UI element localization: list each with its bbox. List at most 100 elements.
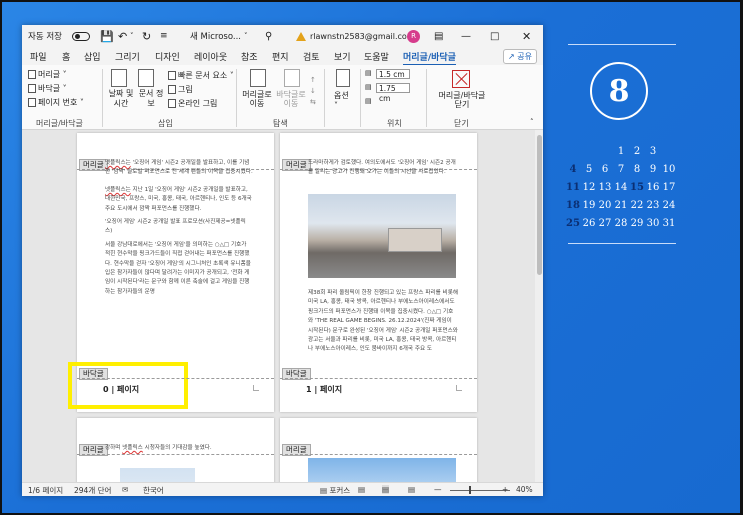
page-2[interactable]: 머리글 드라마하게가 검토했다. 여의도에서도 '오징어 게임' 시즌2 공개를… [280,133,477,412]
picture-icon [168,85,176,94]
zoom-out-icon[interactable]: — [434,485,442,494]
page-4-photo[interactable] [308,458,456,482]
zoom-slider-handle[interactable] [469,486,471,494]
calendar-day: 10 [662,164,676,175]
redo-icon[interactable]: ↻ [142,25,151,47]
picture-button[interactable]: 그림 [168,84,193,95]
calendar-day: 24 [662,200,676,211]
group-label-header-footer: 머리글/바닥글 [36,119,83,128]
goto-footer-button[interactable]: 바닥글로 이동 [274,90,308,108]
tab-references[interactable]: 참조 [241,50,258,63]
undo-dropdown-icon[interactable]: ˅ [130,25,134,47]
read-mode-icon[interactable]: ▤ [358,485,365,494]
focus-icon: ▤ [320,486,328,495]
zoom-slider[interactable] [450,490,510,491]
footer-button[interactable]: 바닥글 ˅ [28,83,67,94]
calendar-day: 17 [662,182,676,193]
minimize-icon[interactable]: — [461,25,471,47]
page-2-body[interactable]: 제38회 파리 올림픽이 한창 진행되고 있는 프랑스 파리를 비롯해 미국 L… [308,289,458,355]
autosave-label: 자동 저장 [28,32,62,42]
page-4[interactable]: 머리글 [280,418,477,482]
tab-header-footer[interactable]: 머리글/바닥글 [403,50,456,66]
quick-parts-button[interactable]: 빠른 문서 요소 ˅ [168,70,234,81]
ribbon-collapse-icon[interactable]: ˄ [530,118,534,126]
calendar-day: 5 [585,164,593,175]
page-2-body-top[interactable]: 드라마하게가 검토했다. 여의도에서도 '오징어 게임' 시즌2 공개를 알리는… [308,159,458,178]
calendar-day [581,145,597,159]
tab-file[interactable]: 파일 [30,50,47,63]
tab-view[interactable]: 보기 [334,50,351,63]
language[interactable]: 한국어 [143,485,164,496]
tab-review[interactable]: 검토 [303,50,320,63]
options-button[interactable]: 옵션 ˅ [334,90,349,110]
page-3-photo[interactable] [120,468,195,482]
page-number-icon [28,98,36,107]
doc-name-dropdown-icon[interactable]: ˅ [244,25,248,47]
tab-help[interactable]: 도움말 [364,50,389,63]
autosave-toggle[interactable] [72,25,90,47]
tab-design[interactable]: 디자인 [155,50,180,63]
maximize-icon[interactable]: □ [490,25,499,47]
close-header-footer-button[interactable]: 머리글/바닥글 닫기 [434,91,490,109]
customize-quick-access-icon[interactable]: ≡ [160,25,168,47]
save-icon[interactable]: 💾 [100,25,114,47]
print-layout-icon[interactable]: ▤ [382,485,390,494]
header-position-input[interactable]: 1.5 cm [376,69,410,79]
web-layout-icon[interactable]: ▤ [408,485,415,494]
footer-position-input[interactable]: 1.75 cm [376,83,410,103]
account-email[interactable]: rlawnstn2583@gmail.com [310,25,415,47]
calendar-day: 27 [598,218,612,229]
header-button[interactable]: 머리글 ˅ [28,69,67,80]
share-icon: ↗ [508,52,518,61]
calendar-day: 29 [630,218,644,229]
calendar-day: 30 [646,218,660,229]
word-count[interactable]: 294개 단어 [74,485,111,496]
goto-header-icon [250,69,266,87]
scrollbar-thumb[interactable] [537,135,542,275]
calendar-day: 1 [617,146,625,157]
date-time-button[interactable]: 날짜 및 시간 [104,89,138,109]
search-icon[interactable]: ⚲ [265,25,272,47]
close-header-footer-icon [452,70,470,88]
focus-button[interactable]: ▤ 포커스 [320,485,350,496]
share-button[interactable]: ↗ 공유 [503,49,537,64]
calendar-day: 2 [633,146,641,157]
zoom-in-icon[interactable]: + [502,485,508,494]
paris-street-photo[interactable] [308,194,456,278]
calendar-day [597,145,613,159]
ribbon-display-icon[interactable]: ▤ [434,25,443,47]
calendar-day: 23 [646,200,660,211]
goto-header-button[interactable]: 머리글로 이동 [242,90,272,108]
close-icon[interactable]: ✕ [522,25,531,47]
doc-info-button[interactable]: 문서 정보 [136,89,166,109]
tab-mailings[interactable]: 편지 [272,50,289,63]
online-picture-button[interactable]: 온라인 그림 [168,98,217,109]
page-1-body[interactable]: 넷플릭스는 '오징어 게임' 시즌2 공개일을 발표하고, 이를 기념한 '깜짝… [105,159,253,301]
undo-icon[interactable]: ↶ [118,25,127,47]
tab-layout[interactable]: 레이아웃 [194,50,227,63]
tab-draw[interactable]: 그리기 [115,50,140,63]
tab-home[interactable]: 홈 [62,50,70,63]
document-name[interactable]: 새 Microso... [190,25,241,47]
ribbon-tabs: 파일 홈 삽입 그리기 디자인 레이아웃 참조 편지 검토 보기 도움말 머리글… [22,47,543,66]
page-3-body[interactable]: 강하며 넷플릭스 시청자들의 기대감을 높였다. [105,444,265,453]
document-area[interactable]: 머리글 넷플릭스는 '오징어 게임' 시즌2 공개일을 발표하고, 이를 기념한… [22,130,543,482]
calendar-day: 7 [617,164,625,175]
proofing-icon[interactable]: ✉ [122,485,128,494]
nav-arrows[interactable]: ↑ ↓ ⇆ [310,75,316,108]
alignment-tab-icon[interactable]: ▤ [365,97,372,105]
avatar[interactable]: R [407,25,420,47]
word-window: 자동 저장 💾 ↶ ˅ ↻ ≡ 새 Microso... ˅ ⚲ rlawnst… [22,25,543,496]
calendar-day: 21 [614,200,628,211]
calendar-day: 16 [646,182,660,193]
page-number-button[interactable]: 페이지 번호 ˅ [28,97,84,108]
calendar-bottom-line [568,243,676,244]
zoom-level[interactable]: 40% [516,485,533,494]
calendar-day: 15 [630,182,644,193]
page-3[interactable]: 머리글 강하며 넷플릭스 시청자들의 기대감을 높였다. [77,418,274,482]
calendar-day: 31 [662,218,676,229]
page-count[interactable]: 1/6 페이지 [28,485,63,496]
page-number-text[interactable]: 1 | 페이지 [306,384,343,395]
tab-insert[interactable]: 삽입 [84,50,101,63]
group-label-insert: 삽입 [158,119,173,128]
